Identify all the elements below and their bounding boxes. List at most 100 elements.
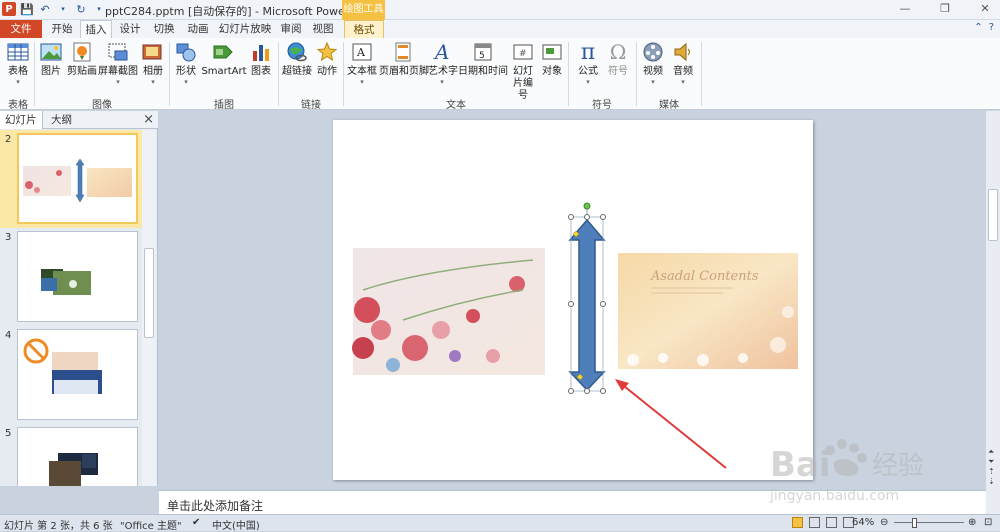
normal-view-icon[interactable] [792,517,803,528]
tab-view[interactable]: 视图 [308,20,338,38]
picture-button[interactable]: 图片 [38,39,64,93]
shapes-icon [174,40,198,64]
object-icon [540,40,564,64]
group-label-links: 链接 [301,100,321,111]
group-label-illustrations: 插图 [214,100,234,111]
zoom-slider-thumb[interactable] [912,518,917,528]
textbox-button[interactable]: A 文本框 ▾ [346,39,378,93]
shapes-button[interactable]: 形状 ▾ [173,39,199,93]
calendar-icon: 5 [471,40,495,64]
tab-review[interactable]: 审阅 [276,20,306,38]
speaker-icon [671,40,695,64]
wordart-button[interactable]: A 艺术字 ▾ [428,39,458,93]
group-label-media: 媒体 [659,100,679,111]
minimize-icon[interactable]: — [894,2,916,17]
zoom-slider[interactable] [894,522,964,523]
slide-number-button[interactable]: # 幻灯片编号 [509,39,537,101]
slides-panel: 幻灯片 大纲 × 2 3 4 5 [0,111,158,486]
clipart-button[interactable]: 剪贴画 [66,39,98,93]
watermark-url: jingyan.baidu.com [769,488,899,504]
powerpoint-logo-icon[interactable]: P [2,2,16,16]
table-icon [6,40,30,64]
date-time-button[interactable]: 5 日期和时间 [458,39,508,93]
smartart-button[interactable]: SmartArt [201,39,247,93]
chart-button[interactable]: 图表 [248,39,274,93]
tab-outline[interactable]: 大纲 [46,111,77,129]
reading-view-icon[interactable] [826,517,837,528]
redo-icon[interactable]: ↻ [74,2,88,16]
status-bar: 幻灯片 第 2 张，共 6 张 "Office 主题" ✔ 中文(中国) 64%… [0,514,1000,532]
svg-text:5: 5 [479,51,485,61]
photo-album-icon [141,40,165,64]
restore-icon[interactable]: ❐ [934,2,956,17]
slide-sorter-icon[interactable] [809,517,820,528]
spellcheck-icon[interactable]: ✔ [192,517,200,528]
tab-design[interactable]: 设计 [114,20,146,38]
close-icon[interactable]: ✕ [974,2,996,17]
language[interactable]: 中文(中国) [212,517,260,532]
slides-scrollbar[interactable] [142,130,156,486]
watermark-brand: Bai [770,445,831,485]
slide-number: 3 [5,232,12,243]
fit-slide-icon[interactable]: ⊡ [984,517,992,528]
tab-format[interactable]: 格式 [344,20,384,38]
slide-number-icon: # [511,40,535,64]
hyperlink-button[interactable]: 超链接 [281,39,313,93]
hyperlink-globe-icon [285,40,309,64]
slide-thumbnail-5[interactable] [17,427,138,486]
tab-transitions[interactable]: 切换 [148,20,180,38]
tab-file[interactable]: 文件 [0,20,42,38]
group-label-images: 图像 [92,100,112,111]
ribbon-insert: 表格 ▾ 表格 图片 剪贴画 屏幕截图 ▾ 相册 ▾ 图像 形状 ▾ SmartArt … [0,38,1000,111]
equation-button[interactable]: π 公式 ▾ [574,39,602,93]
action-button[interactable]: 动作 [315,39,339,93]
slide-number: 4 [5,330,12,341]
watermark-brand-cn: 经验 [872,451,924,481]
screenshot-icon [106,40,130,64]
tab-slideshow[interactable]: 幻灯片放映 [216,20,274,38]
slide-thumbnail-2[interactable] [17,133,138,224]
header-footer-button[interactable]: 页眉和页脚 [379,39,429,93]
audio-button[interactable]: 音频 ▾ [670,39,696,93]
symbol-button[interactable]: Ω 符号 [605,39,631,93]
zoom-in-icon[interactable]: ⊕ [968,517,976,528]
help-icon[interactable]: ? [989,22,994,33]
save-icon[interactable]: 💾 [20,2,34,16]
theme-name[interactable]: "Office 主题" [120,517,182,532]
slide-thumbnail-3[interactable] [17,231,138,322]
slide-info: 幻灯片 第 2 张，共 6 张 [4,521,113,532]
slide-vertical-scrollbar[interactable]: ⏶ ⏷ ⇡ ⇣ [986,111,1000,519]
tab-animations[interactable]: 动画 [182,20,214,38]
wordart-icon: A [430,40,454,64]
undo-icon[interactable]: ↶ [38,2,52,16]
film-reel-icon [641,40,665,64]
textbox-icon: A [350,40,374,64]
prev-next-slide-icons[interactable]: ⏶ ⏷ ⇡ ⇣ [988,447,995,487]
video-button[interactable]: 视频 ▾ [640,39,666,93]
zoom-out-icon[interactable]: ⊖ [880,517,888,528]
minimize-ribbon-icon[interactable]: ⌃ [974,22,982,33]
tab-home[interactable]: 开始 [46,20,78,38]
omega-icon: Ω [609,40,627,64]
close-panel-icon[interactable]: × [143,112,154,127]
screenshot-button[interactable]: 屏幕截图 ▾ [98,39,138,93]
table-button[interactable]: 表格 ▾ [3,39,33,93]
slide-number: 2 [5,134,12,145]
tab-slides[interactable]: 幻灯片 [0,111,43,129]
title-bar: P 💾 ↶ ▾ ↻ ▾ pptC284.pptm [自动保存的] - Micro… [0,0,1000,20]
smartart-icon [212,40,236,64]
quick-access-toolbar: P 💾 ↶ ▾ ↻ ▾ [2,2,106,16]
zoom-level[interactable]: 64% [852,517,874,528]
group-label-text: 文本 [446,100,466,111]
dropdown-icon[interactable]: ▾ [56,2,70,16]
group-label-table: 表格 [8,100,28,111]
object-button[interactable]: 对象 [540,39,564,93]
baidu-jingyan-watermark: Bai 经验 jingyan.baidu.com [768,430,978,510]
header-footer-icon [391,40,415,64]
tab-insert[interactable]: 插入 [80,20,112,38]
svg-text:A: A [356,46,366,59]
album-button[interactable]: 相册 ▾ [140,39,166,93]
svg-text:A: A [433,41,449,63]
window-title: pptC284.pptm [自动保存的] - Microsoft PowerPo… [105,5,377,18]
customize-qat-icon[interactable]: ▾ [92,2,106,16]
